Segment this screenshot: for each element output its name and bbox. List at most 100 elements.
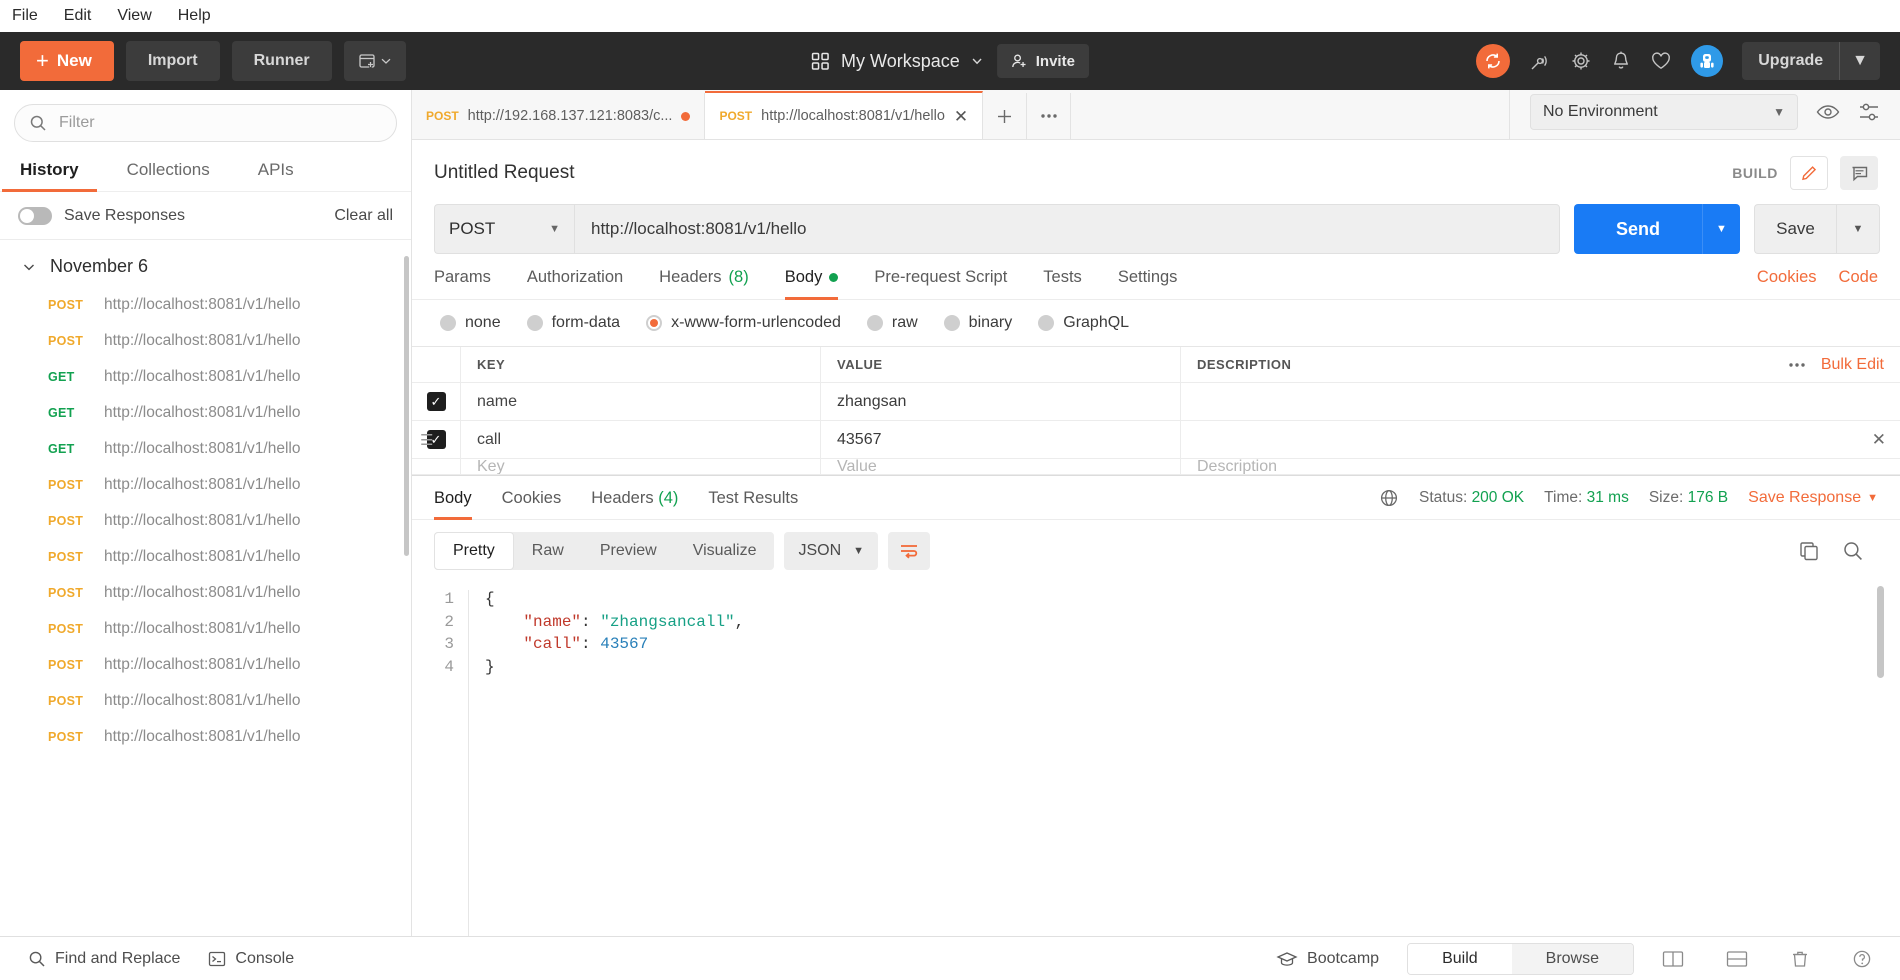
body-type-graphql[interactable]: GraphQL: [1038, 314, 1129, 332]
body-type-raw[interactable]: raw: [867, 314, 918, 332]
tab-headers[interactable]: Headers (8): [659, 268, 749, 299]
delete-row-button[interactable]: ✕: [1872, 430, 1900, 450]
save-response-button[interactable]: Save Response ▼: [1748, 489, 1878, 507]
history-item[interactable]: GEThttp://localhost:8081/v1/hello: [0, 359, 411, 395]
send-button[interactable]: Send: [1574, 204, 1702, 254]
send-options-button[interactable]: ▼: [1702, 204, 1740, 254]
tab-pre-request-script[interactable]: Pre-request Script: [874, 268, 1007, 299]
tab-options-button[interactable]: [1027, 93, 1071, 139]
history-item[interactable]: GEThttp://localhost:8081/v1/hello: [0, 431, 411, 467]
two-pane-horizontal-button[interactable]: [1712, 950, 1762, 968]
workspace-switcher[interactable]: My Workspace: [811, 51, 983, 72]
wrap-lines-button[interactable]: [888, 532, 930, 570]
row-description-cell[interactable]: ✕: [1180, 421, 1900, 458]
response-tab-test-results[interactable]: Test Results: [708, 489, 798, 519]
import-button[interactable]: Import: [126, 41, 220, 81]
sidebar-search-box[interactable]: Filter: [14, 104, 397, 142]
history-item[interactable]: POSThttp://localhost:8081/v1/hello: [0, 539, 411, 575]
new-window-button[interactable]: [344, 41, 406, 81]
row-key-cell[interactable]: Key: [460, 459, 820, 474]
edit-mode-button[interactable]: [1790, 156, 1828, 190]
network-icon[interactable]: [1379, 488, 1399, 508]
tab-body[interactable]: Body: [785, 268, 839, 299]
copy-button[interactable]: [1798, 540, 1820, 562]
satellite-button[interactable]: [1529, 50, 1551, 72]
request-tab-1[interactable]: POST http://192.168.137.121:8083/c...: [412, 93, 705, 139]
trash-button[interactable]: [1776, 949, 1824, 969]
history-item[interactable]: POSThttp://localhost:8081/v1/hello: [0, 467, 411, 503]
save-responses-toggle[interactable]: [18, 207, 52, 225]
table-row[interactable]: ✓ name zhangsan: [412, 383, 1900, 421]
clear-all-button[interactable]: Clear all: [334, 207, 393, 225]
json-content[interactable]: { "name": "zhangsancall", "call": 43567 …: [468, 590, 744, 936]
history-date-group[interactable]: November 6: [0, 246, 411, 287]
console-button[interactable]: Console: [194, 950, 308, 968]
find-and-replace-button[interactable]: Find and Replace: [14, 950, 194, 968]
browse-toggle-button[interactable]: Browse: [1512, 944, 1633, 974]
row-key-cell[interactable]: name: [460, 383, 820, 420]
row-description-cell[interactable]: Description: [1180, 459, 1900, 474]
help-button[interactable]: [1838, 949, 1886, 969]
response-scrollbar[interactable]: [1877, 586, 1884, 678]
menu-help[interactable]: Help: [178, 7, 211, 25]
tab-authorization[interactable]: Authorization: [527, 268, 623, 299]
invite-button[interactable]: Invite: [997, 44, 1089, 78]
new-tab-button[interactable]: [983, 93, 1027, 139]
history-item[interactable]: GEThttp://localhost:8081/v1/hello: [0, 395, 411, 431]
table-row-partial[interactable]: Key Value Description: [412, 459, 1900, 475]
row-description-cell[interactable]: [1180, 383, 1900, 420]
search-response-button[interactable]: [1842, 540, 1864, 562]
response-tab-body[interactable]: Body: [434, 489, 472, 519]
table-row[interactable]: ☰ ✓ call 43567 ✕: [412, 421, 1900, 459]
build-toggle-button[interactable]: Build: [1408, 944, 1512, 974]
history-item[interactable]: POSThttp://localhost:8081/v1/hello: [0, 503, 411, 539]
history-item[interactable]: POSThttp://localhost:8081/v1/hello: [0, 287, 411, 323]
table-options-button[interactable]: [1787, 362, 1807, 368]
body-type-form-data[interactable]: form-data: [527, 314, 620, 332]
response-tab-cookies[interactable]: Cookies: [502, 489, 562, 519]
close-icon[interactable]: ✕: [954, 108, 968, 125]
tab-tests[interactable]: Tests: [1043, 268, 1082, 299]
response-format-selector[interactable]: JSON ▼: [784, 532, 878, 570]
view-mode-preview[interactable]: Preview: [582, 532, 675, 570]
history-item[interactable]: POSThttp://localhost:8081/v1/hello: [0, 323, 411, 359]
view-mode-pretty[interactable]: Pretty: [434, 532, 514, 570]
history-item[interactable]: POSThttp://localhost:8081/v1/hello: [0, 647, 411, 683]
url-input[interactable]: http://localhost:8081/v1/hello: [574, 204, 1560, 254]
save-button[interactable]: Save: [1754, 204, 1836, 254]
drag-handle-icon[interactable]: ☰: [420, 431, 433, 449]
body-type-binary[interactable]: binary: [944, 314, 1013, 332]
two-pane-layout-button[interactable]: [1648, 950, 1698, 968]
history-item[interactable]: POSThttp://localhost:8081/v1/hello: [0, 719, 411, 755]
settings-button[interactable]: [1570, 50, 1592, 72]
history-item[interactable]: POSThttp://localhost:8081/v1/hello: [0, 683, 411, 719]
menu-view[interactable]: View: [117, 7, 151, 25]
comments-button[interactable]: [1840, 156, 1878, 190]
user-avatar[interactable]: [1691, 45, 1723, 77]
history-item[interactable]: POSThttp://localhost:8081/v1/hello: [0, 575, 411, 611]
row-value-cell[interactable]: zhangsan: [820, 383, 1180, 420]
search-input[interactable]: Filter: [59, 114, 95, 132]
code-link[interactable]: Code: [1839, 268, 1878, 287]
row-checkbox[interactable]: ✓: [427, 392, 446, 411]
sidebar-scrollbar[interactable]: [404, 256, 409, 556]
bulk-edit-button[interactable]: Bulk Edit: [1821, 356, 1884, 374]
environment-selector[interactable]: No Environment ▼: [1530, 94, 1798, 130]
tab-history[interactable]: History: [16, 152, 83, 191]
sync-button[interactable]: [1476, 44, 1510, 78]
tab-params[interactable]: Params: [434, 268, 491, 299]
favorites-button[interactable]: [1650, 51, 1672, 71]
new-button[interactable]: + New: [20, 41, 114, 81]
cookies-link[interactable]: Cookies: [1757, 268, 1817, 287]
history-item[interactable]: POSThttp://localhost:8081/v1/hello: [0, 611, 411, 647]
save-options-button[interactable]: ▼: [1836, 204, 1880, 254]
method-selector[interactable]: POST ▼: [434, 204, 574, 254]
bootcamp-button[interactable]: Bootcamp: [1262, 950, 1393, 968]
upgrade-button[interactable]: Upgrade ▼: [1742, 42, 1880, 80]
tab-collections[interactable]: Collections: [123, 152, 214, 191]
tab-settings[interactable]: Settings: [1118, 268, 1178, 299]
menu-edit[interactable]: Edit: [64, 7, 92, 25]
environment-settings-button[interactable]: [1858, 102, 1880, 122]
row-value-cell[interactable]: Value: [820, 459, 1180, 474]
body-type-urlencoded[interactable]: x-www-form-urlencoded: [646, 314, 841, 332]
